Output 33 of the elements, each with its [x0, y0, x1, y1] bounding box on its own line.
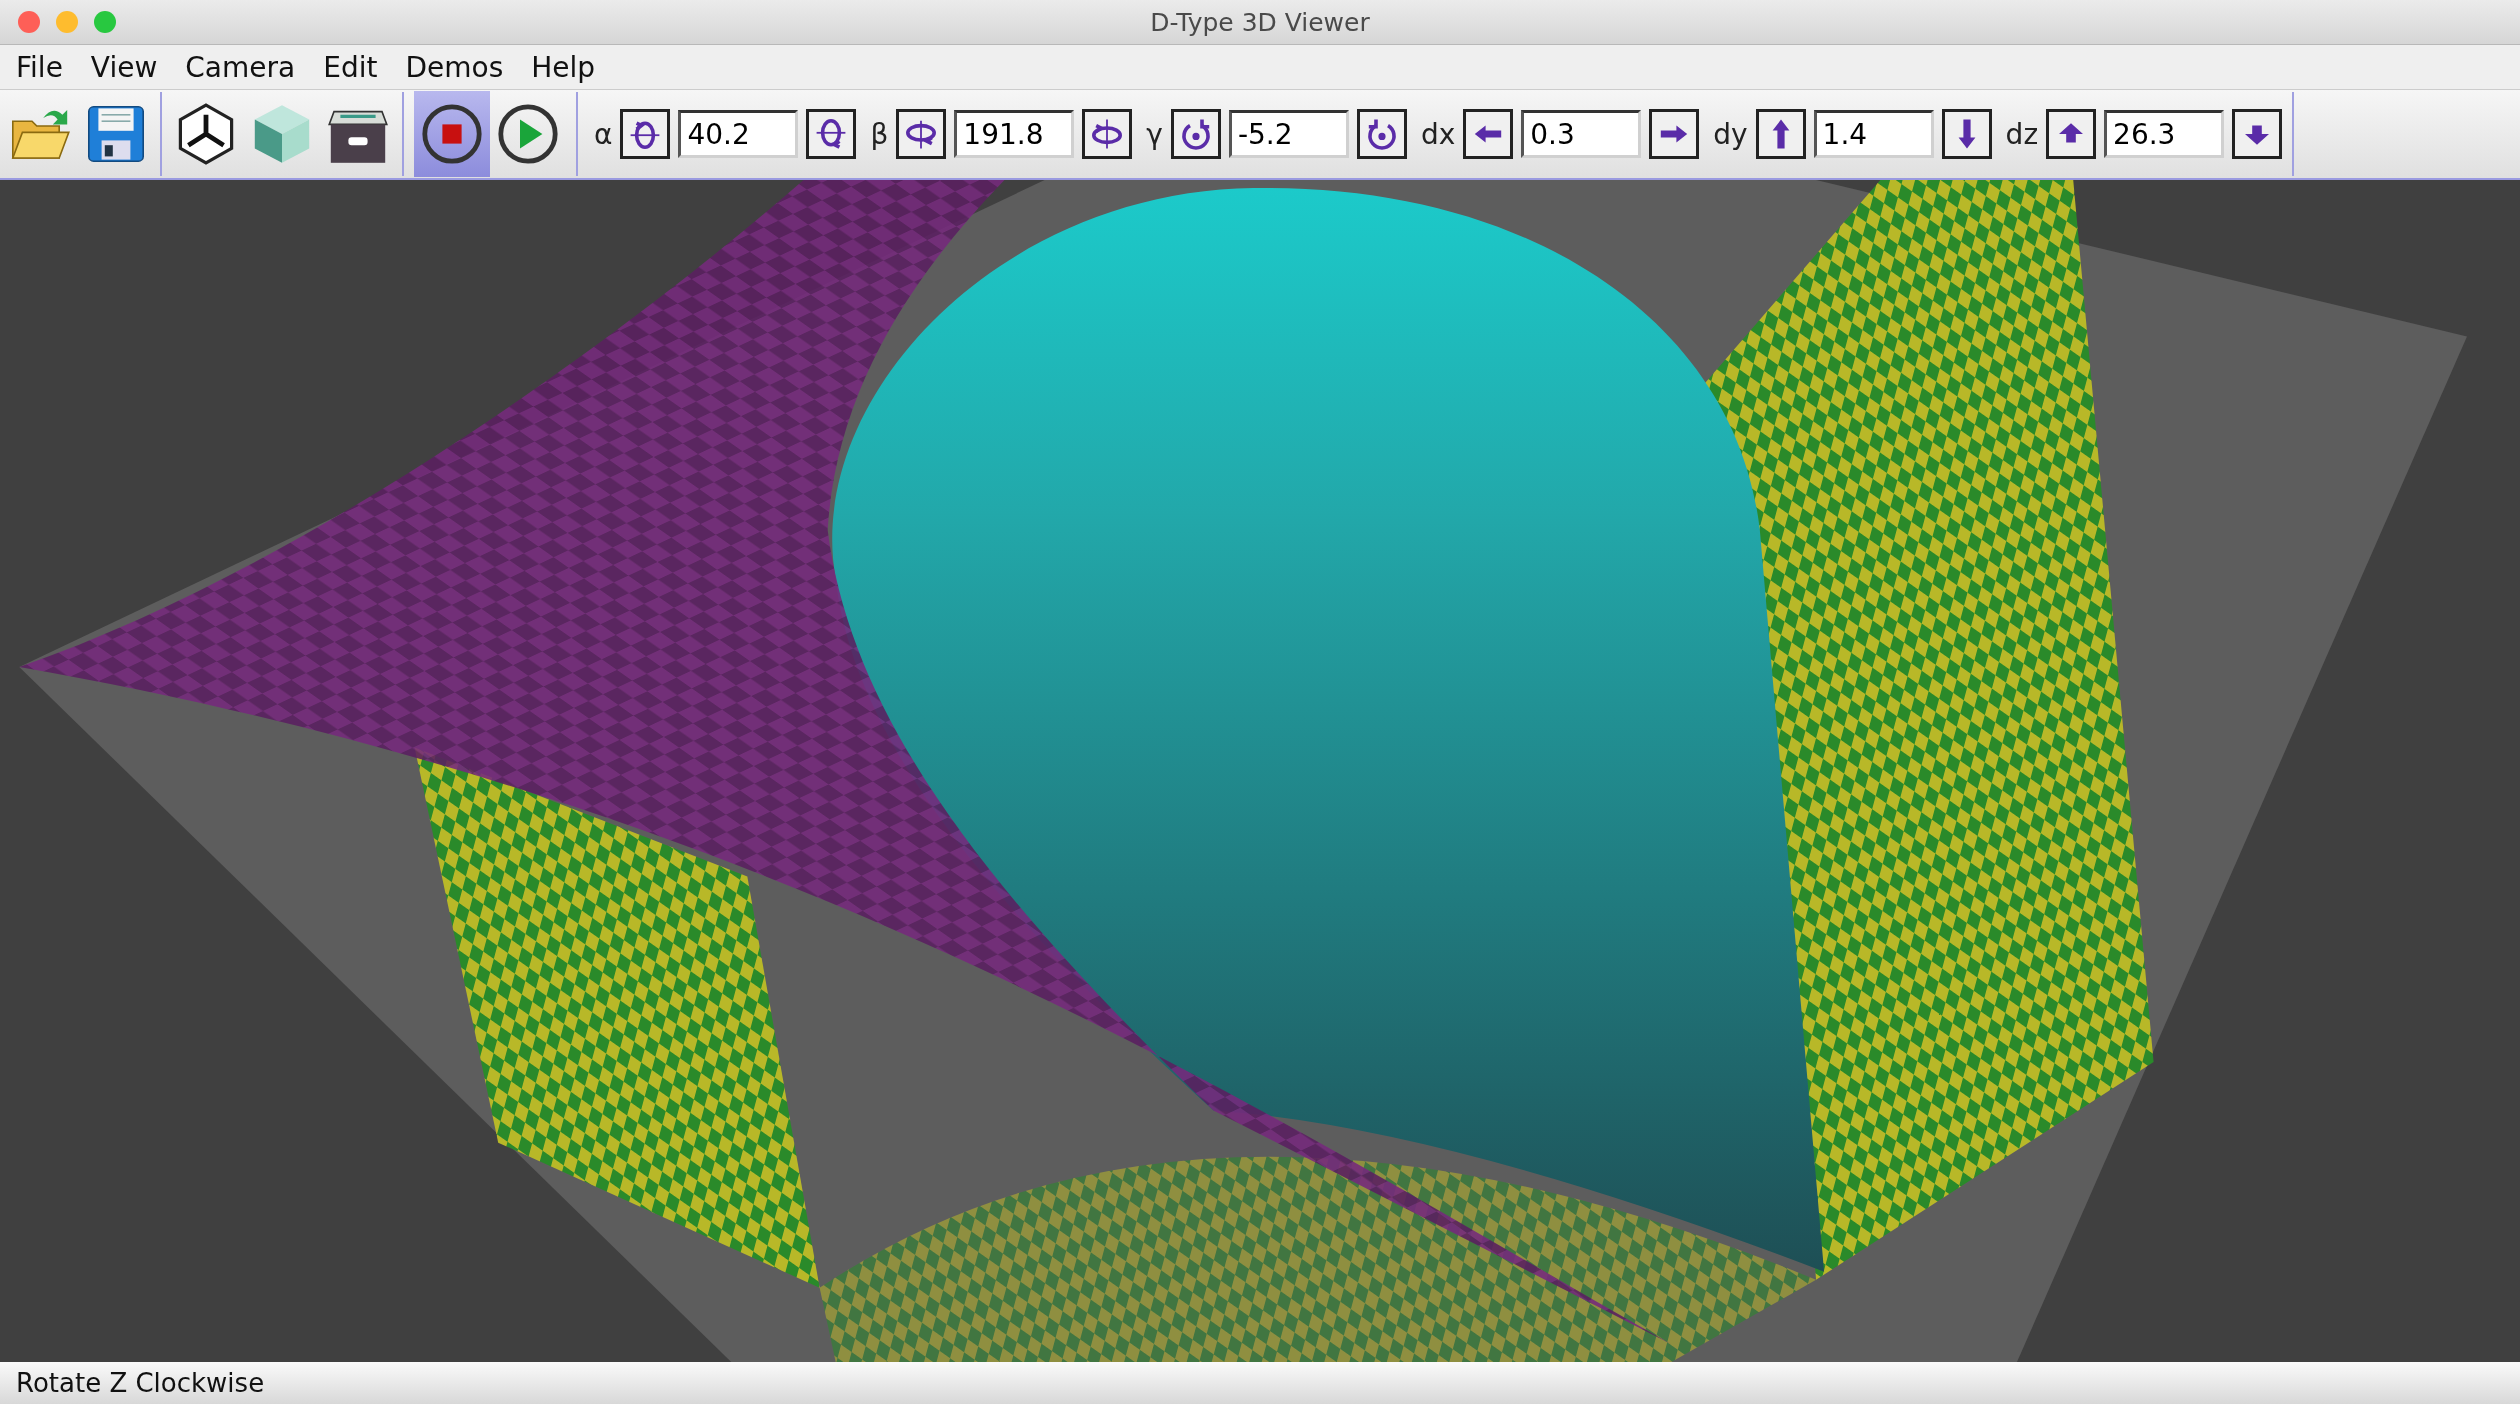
decrement-button[interactable]: [1463, 109, 1514, 159]
menu-item[interactable]: View: [90, 50, 158, 84]
increment-button[interactable]: [1649, 109, 1700, 159]
axis-label: α: [594, 117, 613, 151]
decrement-button[interactable]: [896, 109, 947, 159]
increment-button[interactable]: [1082, 109, 1133, 159]
decrement-button[interactable]: [2046, 109, 2097, 159]
value-field[interactable]: 1.4: [1813, 110, 1934, 158]
menu-item[interactable]: Demos: [405, 50, 504, 84]
value-field[interactable]: -5.2: [1228, 110, 1349, 158]
menu-item[interactable]: File: [16, 50, 63, 84]
decrement-button[interactable]: [1755, 109, 1806, 159]
increment-button[interactable]: [1941, 109, 1992, 159]
window-title: D-Type 3D Viewer: [1150, 7, 1370, 37]
value-field[interactable]: 40.2: [678, 110, 799, 158]
axis-label: β: [870, 117, 889, 151]
value-field[interactable]: 26.3: [2104, 110, 2225, 158]
menu-item[interactable]: Camera: [185, 50, 296, 84]
increment-button[interactable]: [1356, 109, 1407, 159]
increment-button[interactable]: [2232, 109, 2283, 159]
value-field[interactable]: 191.8: [954, 110, 1075, 158]
stop-button[interactable]: [414, 91, 490, 177]
increment-button[interactable]: [806, 109, 857, 159]
decrement-button[interactable]: [620, 109, 671, 159]
decrement-button[interactable]: [1170, 109, 1221, 159]
axis-label: dz: [2005, 117, 2039, 151]
menu-item[interactable]: Edit: [323, 50, 378, 84]
axis-label: γ: [1146, 117, 1163, 151]
status-text: Rotate Z Clockwise: [16, 1368, 265, 1398]
axis-label: dy: [1713, 117, 1748, 151]
value-field[interactable]: 0.3: [1521, 110, 1642, 158]
menu-item[interactable]: Help: [531, 50, 596, 84]
axis-label: dx: [1420, 117, 1456, 151]
